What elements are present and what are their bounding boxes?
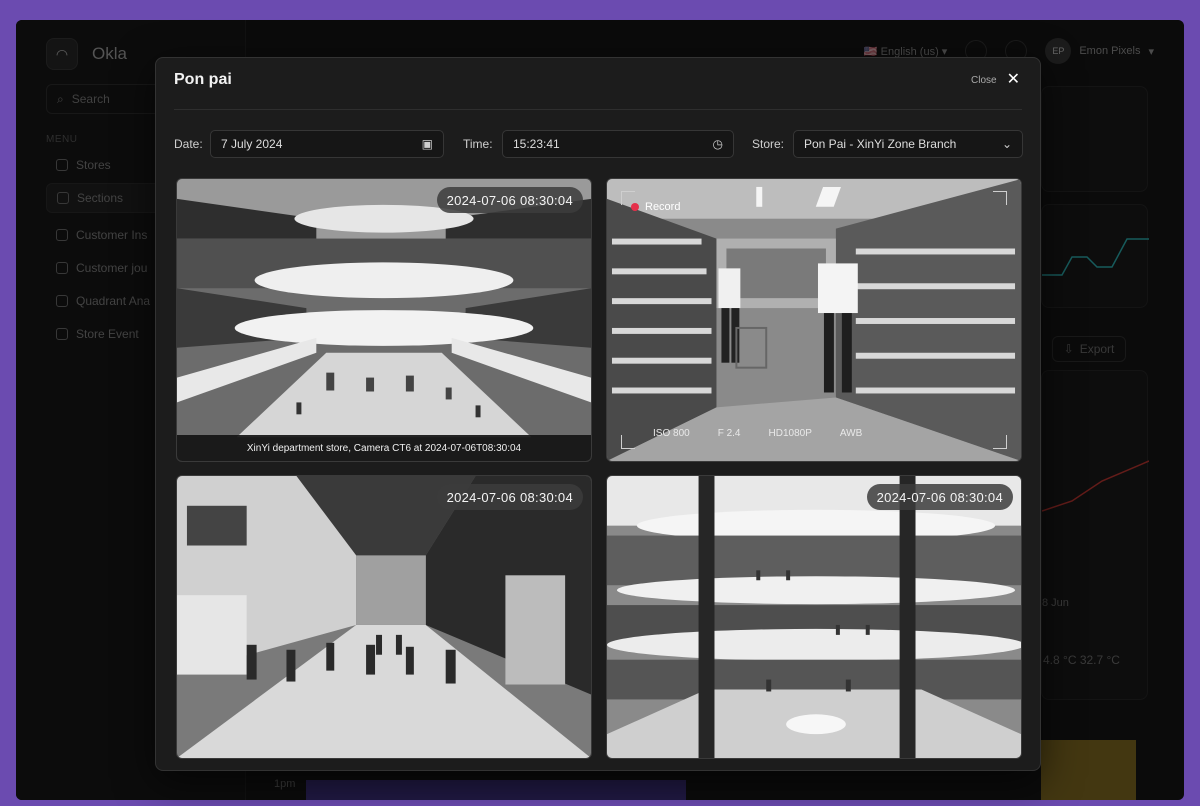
store-value: Pon Pai - XinYi Zone Branch bbox=[804, 137, 957, 151]
camera-image-aisle bbox=[607, 179, 1021, 461]
time-value: 15:23:41 bbox=[513, 137, 560, 151]
camera-image-atrium bbox=[177, 179, 591, 461]
hud-white-balance: AWB bbox=[839, 428, 863, 439]
calendar-icon: ▣ bbox=[421, 137, 433, 151]
camera-grid: 2024-07-06 08:30:04 XinYi department sto… bbox=[176, 178, 1022, 760]
camera-hud: ISO 800 F 2.4 HD1080P AWB bbox=[653, 428, 862, 439]
close-icon: ✕ bbox=[1006, 71, 1020, 88]
record-label: Record bbox=[645, 201, 681, 213]
camera-feed-4[interactable]: 2024-07-06 08:30:04 bbox=[606, 475, 1022, 759]
hud-resolution: HD1080P bbox=[768, 428, 812, 439]
viewfinder-corner-icon bbox=[993, 191, 1007, 205]
modal-title: Pon pai bbox=[174, 71, 232, 88]
camera-timestamp: 2024-07-06 08:30:04 bbox=[436, 484, 583, 510]
hud-iso: ISO 800 bbox=[653, 428, 690, 439]
time-picker[interactable]: 15:23:41 ◷ bbox=[502, 130, 734, 158]
filter-bar: Date: 7 July 2024 ▣ Time: 15:23:41 ◷ Sto… bbox=[174, 130, 1024, 158]
hud-aperture: F 2.4 bbox=[717, 428, 741, 439]
date-value: 7 July 2024 bbox=[221, 137, 283, 151]
store-select[interactable]: Pon Pai - XinYi Zone Branch ⌄ bbox=[793, 130, 1023, 158]
store-label: Store: bbox=[752, 137, 785, 151]
camera-timestamp: 2024-07-06 08:30:04 bbox=[436, 187, 583, 213]
camera-feed-2[interactable]: Record ISO 800 F 2.4 HD1080P AWB bbox=[606, 178, 1022, 462]
camera-image-corridor bbox=[177, 476, 591, 758]
date-picker[interactable]: 7 July 2024 ▣ bbox=[210, 130, 444, 158]
viewfinder-corner-icon bbox=[621, 435, 635, 449]
clock-icon: ◷ bbox=[712, 137, 723, 151]
viewfinder-corner-icon bbox=[993, 435, 1007, 449]
viewfinder-corner-icon bbox=[621, 191, 635, 205]
camera-caption: XinYi department store, Camera CT6 at 20… bbox=[177, 435, 591, 461]
camera-modal: Pon pai Close ✕ Date: 7 July 2024 ▣ Time… bbox=[155, 57, 1041, 771]
record-indicator: Record bbox=[631, 201, 680, 213]
camera-image-mall-levels bbox=[607, 476, 1021, 758]
time-label: Time: bbox=[463, 137, 493, 151]
close-button[interactable]: Close ✕ bbox=[971, 72, 1020, 88]
close-label: Close bbox=[971, 74, 997, 86]
camera-feed-3[interactable]: 2024-07-06 08:30:04 bbox=[176, 475, 592, 759]
chevron-down-icon: ⌄ bbox=[1001, 137, 1012, 151]
date-label: Date: bbox=[174, 137, 203, 151]
modal-divider bbox=[174, 109, 1022, 110]
camera-feed-1[interactable]: 2024-07-06 08:30:04 XinYi department sto… bbox=[176, 178, 592, 462]
camera-timestamp: 2024-07-06 08:30:04 bbox=[866, 484, 1013, 510]
